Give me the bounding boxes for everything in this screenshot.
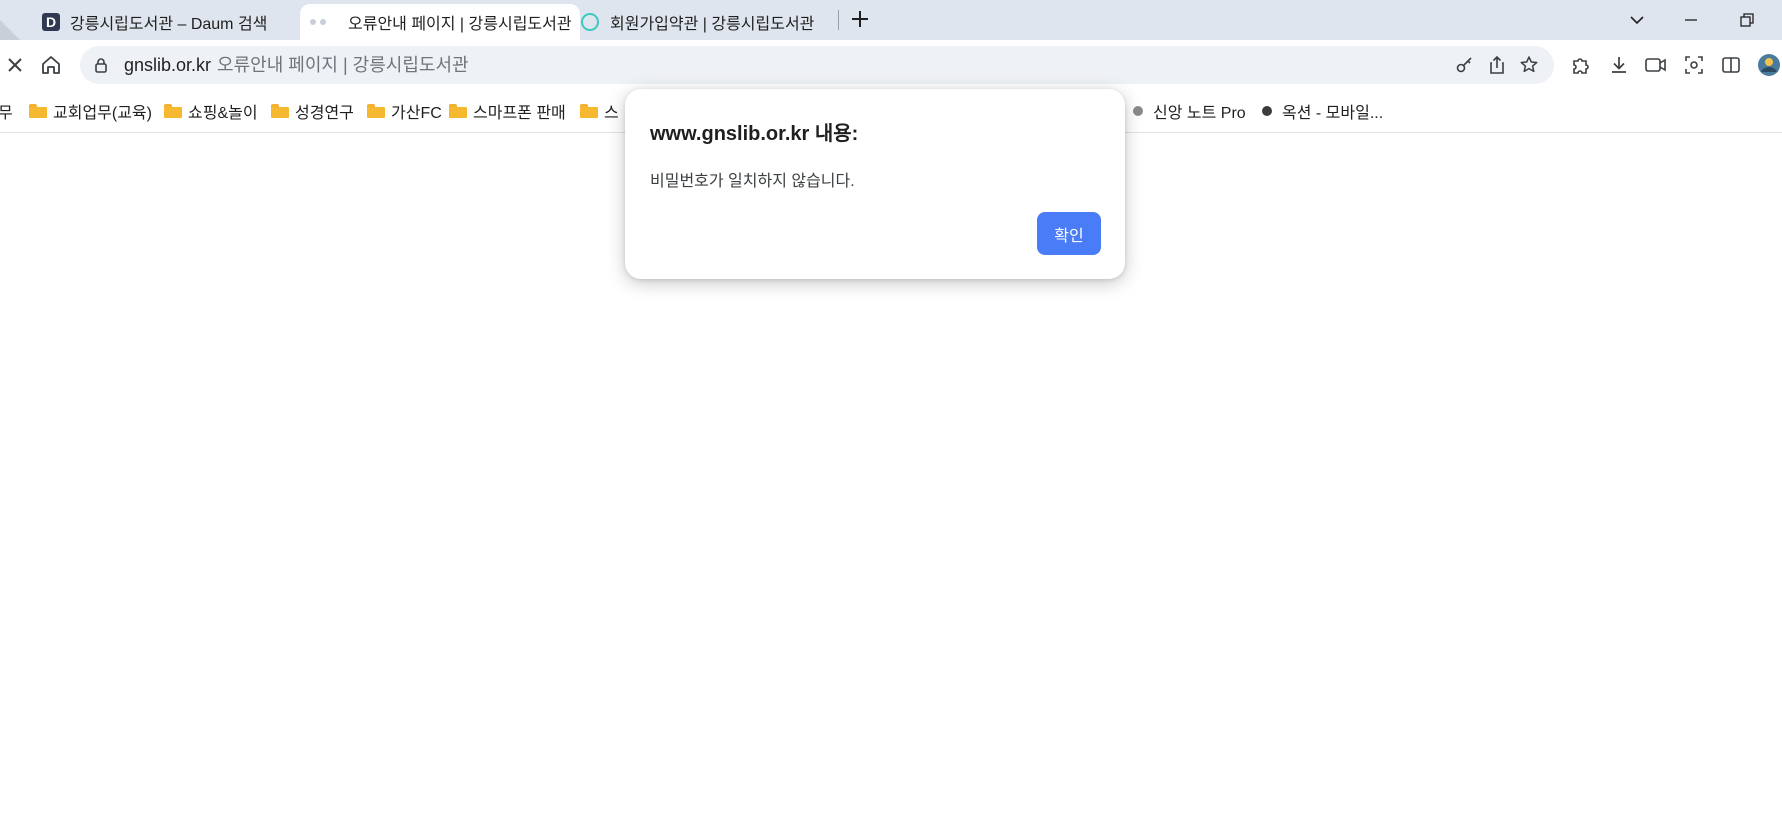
url-page-title: 오류안내 페이지 | 강릉시립도서관 bbox=[217, 55, 469, 75]
tab-daum-search[interactable]: D 강릉시립도서관 – Daum 검색 bbox=[42, 4, 290, 40]
bookmark-folder[interactable]: 쇼핑&놀이 bbox=[164, 101, 258, 122]
new-tab-button[interactable] bbox=[848, 8, 872, 32]
site-favicon-icon bbox=[1133, 106, 1143, 116]
home-icon bbox=[42, 56, 60, 74]
media-button[interactable] bbox=[1643, 52, 1669, 78]
profile-avatar[interactable] bbox=[1756, 52, 1782, 78]
tab-title: 회원가입약관 | 강릉시립도서관 bbox=[610, 16, 815, 33]
daum-icon: D bbox=[42, 13, 60, 31]
bookmark-label: 성경연구 bbox=[295, 105, 354, 122]
bookmark-folder[interactable]: 교회업무(교육) bbox=[29, 101, 152, 122]
ring-icon bbox=[580, 12, 600, 32]
minimize-icon bbox=[1685, 19, 1697, 21]
dialog-title: www.gnslib.or.kr 내용: bbox=[650, 123, 859, 145]
url-domain: gnslib.or.kr bbox=[124, 55, 212, 75]
tabstrip-corner bbox=[0, 20, 20, 40]
bookmark-folder[interactable]: 스 bbox=[580, 101, 619, 122]
loading-icon bbox=[310, 19, 332, 25]
alert-dialog: www.gnslib.or.kr 내용: 비밀번호가 일치하지 않습니다. 확인 bbox=[625, 89, 1125, 279]
chevron-down-icon bbox=[1630, 16, 1644, 25]
bookmark-label: 무 bbox=[0, 105, 13, 122]
home-button[interactable] bbox=[38, 52, 64, 78]
plus-icon bbox=[852, 11, 868, 27]
bookmark-site[interactable]: 신앙 노트 Pro bbox=[1133, 101, 1246, 122]
bookmark-label: 스 bbox=[604, 105, 619, 122]
tab-error-page[interactable]: 오류안내 페이지 | 강릉시립도서관 bbox=[300, 4, 580, 40]
tab-title: 오류안내 페이지 | 강릉시립도서관 bbox=[348, 16, 572, 33]
bookmark-label: 쇼핑&놀이 bbox=[188, 105, 258, 122]
bookmark-folder[interactable]: 무 bbox=[0, 101, 13, 122]
close-icon bbox=[8, 58, 22, 72]
downloads-button[interactable] bbox=[1606, 52, 1632, 78]
puzzle-icon bbox=[1573, 58, 1589, 74]
bookmark-star-icon[interactable] bbox=[1518, 54, 1540, 76]
tab-separator bbox=[838, 10, 839, 30]
folder-icon bbox=[29, 104, 47, 118]
share-icon[interactable] bbox=[1486, 54, 1508, 76]
folder-icon bbox=[580, 104, 598, 118]
bookmark-label: 신앙 노트 Pro bbox=[1153, 105, 1246, 122]
split-view-icon bbox=[1722, 57, 1740, 73]
browser-toolbar: gnslib.or.kr 오류안내 페이지 | 강릉시립도서관 bbox=[0, 40, 1782, 90]
url-text[interactable]: gnslib.or.kr 오류안내 페이지 | 강릉시립도서관 bbox=[124, 54, 469, 76]
bookmark-label: 가산FC bbox=[391, 105, 442, 122]
password-key-icon[interactable] bbox=[1454, 54, 1476, 76]
bookmark-label: 스마프폰 판매 bbox=[473, 105, 566, 122]
dialog-message: 비밀번호가 일치하지 않습니다. bbox=[650, 173, 855, 190]
folder-icon bbox=[164, 104, 182, 118]
tab-strip: D 강릉시립도서관 – Daum 검색 오류안내 페이지 | 강릉시립도서관 회… bbox=[0, 0, 1782, 40]
bookmark-site[interactable]: 옥션 - 모바일... bbox=[1262, 101, 1384, 122]
bookmark-label: 교회업무(교육) bbox=[53, 105, 152, 122]
bookmark-folder[interactable]: 성경연구 bbox=[271, 101, 354, 122]
lock-icon[interactable] bbox=[90, 54, 112, 76]
bookmark-folder[interactable]: 가산FC bbox=[367, 101, 442, 122]
folder-icon bbox=[271, 104, 289, 118]
folder-icon bbox=[449, 104, 467, 118]
avatar-icon bbox=[1758, 54, 1780, 76]
screenshot-button[interactable] bbox=[1681, 52, 1707, 78]
bookmark-folder[interactable]: 스마프폰 판매 bbox=[449, 101, 566, 122]
stop-loading-button[interactable] bbox=[2, 52, 28, 78]
split-view-button[interactable] bbox=[1718, 52, 1744, 78]
tab-terms[interactable]: 회원가입약관 | 강릉시립도서관 bbox=[580, 4, 830, 40]
download-icon bbox=[1612, 57, 1626, 73]
restore-button[interactable] bbox=[1733, 6, 1761, 34]
screenshot-icon bbox=[1685, 56, 1703, 74]
extensions-button[interactable] bbox=[1568, 52, 1594, 78]
ok-button[interactable]: 확인 bbox=[1037, 212, 1101, 255]
tab-title: 강릉시립도서관 – Daum 검색 bbox=[70, 16, 268, 33]
folder-icon bbox=[367, 104, 385, 118]
bookmark-label: 옥션 - 모바일... bbox=[1282, 105, 1384, 122]
minimize-button[interactable] bbox=[1677, 6, 1705, 34]
address-bar[interactable]: gnslib.or.kr 오류안내 페이지 | 강릉시립도서관 bbox=[80, 46, 1554, 84]
restore-icon bbox=[1740, 13, 1754, 27]
video-icon bbox=[1645, 58, 1666, 72]
site-favicon-icon bbox=[1262, 106, 1272, 116]
tab-search-button[interactable] bbox=[1623, 6, 1651, 34]
